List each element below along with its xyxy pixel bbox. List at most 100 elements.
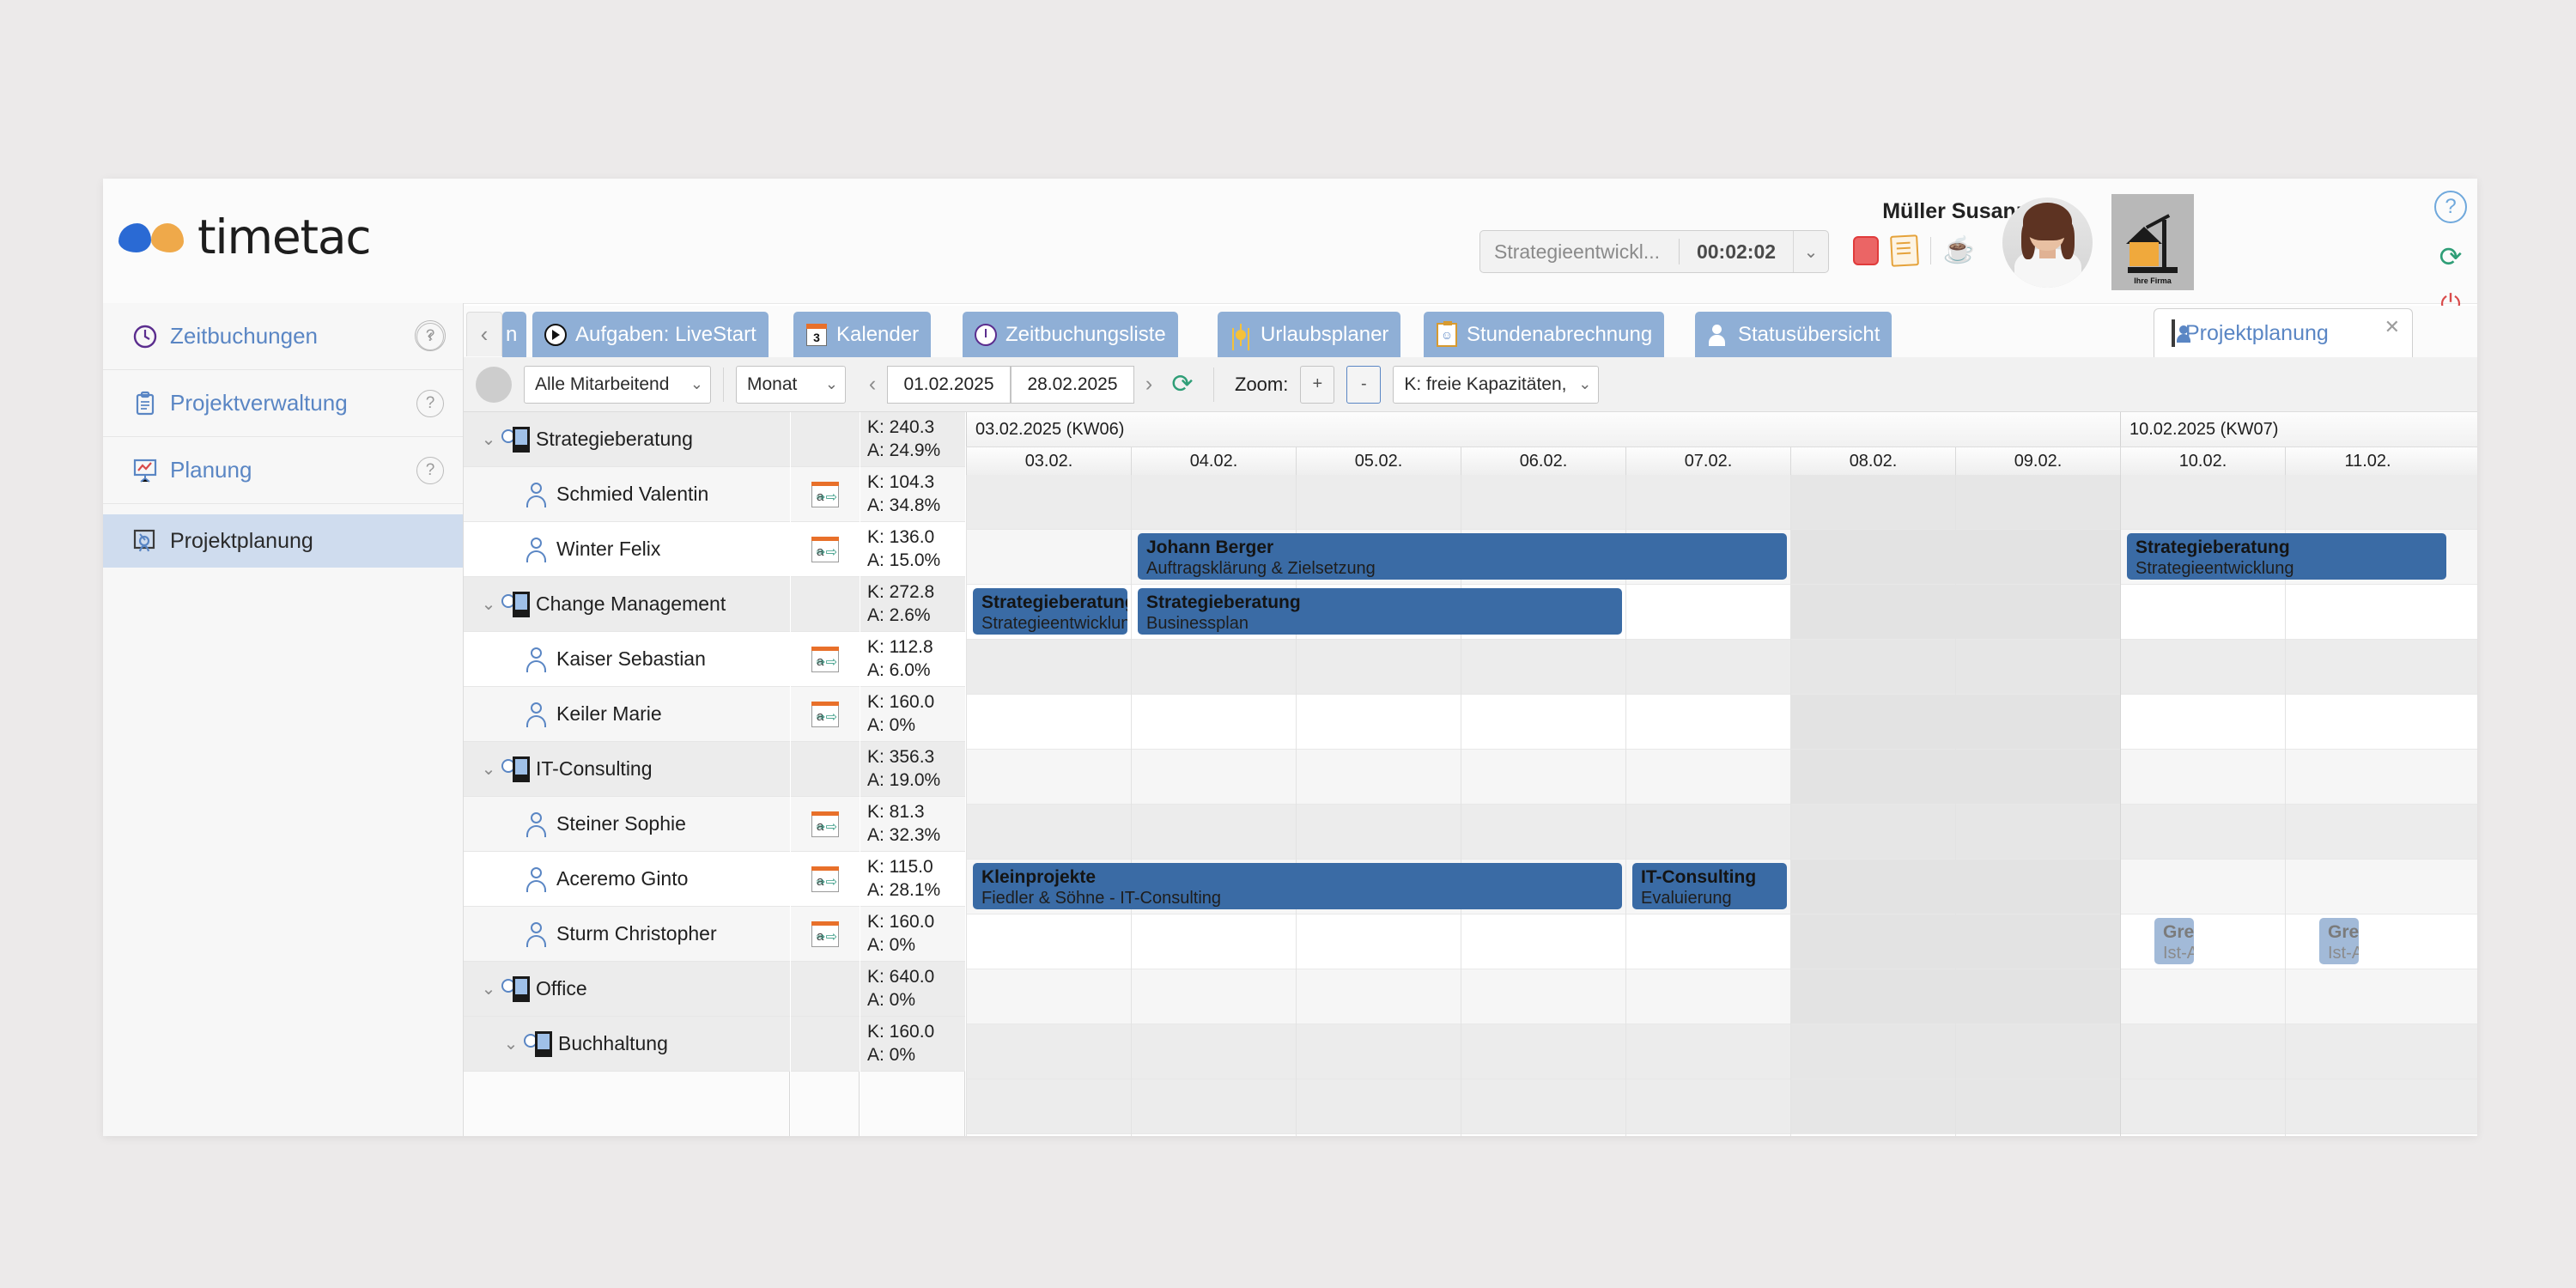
chevron-down-icon[interactable]: ⌄: [498, 1033, 524, 1054]
weekend-cell: [1791, 860, 1955, 914]
tab-scroll-left-icon[interactable]: ‹: [466, 312, 502, 356]
table-row[interactable]: Sturm Christopher: [464, 907, 790, 962]
gantt-bar-subtitle: Businessplan: [1146, 613, 1613, 634]
timeline-body[interactable]: Johann BergerAuftragsklärung & Zielsetzu…: [966, 475, 2477, 1136]
tab-projektplanung-active[interactable]: Projektplanung ✕: [2154, 308, 2413, 357]
capacity-values: K: 104.3A: 34.8%: [860, 471, 940, 518]
company-logo: Ihre Firma: [2111, 194, 2194, 290]
refresh-icon[interactable]: ⟳: [1163, 366, 1201, 404]
capacity-column: K: 240.3A: 24.9%K: 104.3A: 34.8%K: 136.0…: [860, 412, 965, 1136]
tab-statusuebersicht[interactable]: Statusübersicht: [1695, 312, 1892, 357]
help-icon[interactable]: ?: [2434, 191, 2467, 223]
export-icon[interactable]: a⇨: [811, 537, 839, 562]
employee-filter-select[interactable]: Alle Mitarbeitend ⌄: [524, 366, 711, 404]
table-row[interactable]: ⌄Buchhaltung: [464, 1017, 790, 1072]
gantt-bar[interactable]: GreenIst-An: [2319, 918, 2359, 964]
tab-label: Projektplanung: [2185, 321, 2329, 346]
table-row: [791, 742, 860, 797]
timeline-row[interactable]: [966, 914, 2477, 969]
timer-task-label: Strategieentwickl...: [1480, 240, 1679, 264]
timeline-row[interactable]: [966, 640, 2477, 695]
export-icon[interactable]: a⇨: [811, 702, 839, 727]
chevron-down-icon[interactable]: ⌄: [476, 428, 501, 450]
table-row[interactable]: Winter Felix: [464, 522, 790, 577]
export-icon[interactable]: a⇨: [811, 921, 839, 947]
refresh-icon[interactable]: ⟳: [2436, 242, 2465, 271]
tab-stundenabrechnung[interactable]: ☺ Stundenabrechnung: [1424, 312, 1664, 357]
capacity-mode-select[interactable]: K: freie Kapazitäten, ⌄: [1393, 366, 1599, 404]
export-icon[interactable]: a⇨: [811, 811, 839, 837]
gantt-bar[interactable]: Johann BergerAuftragsklärung & Zielsetzu…: [1138, 533, 1787, 580]
table-row[interactable]: Schmied Valentin: [464, 467, 790, 522]
timeline-row[interactable]: [966, 750, 2477, 805]
timeline-row[interactable]: [966, 1079, 2477, 1134]
row-label: Steiner Sophie: [556, 812, 686, 835]
tab-partial[interactable]: n: [502, 312, 526, 357]
table-row[interactable]: Keiler Marie: [464, 687, 790, 742]
name-column: Name ⌄StrategieberatungSchmied ValentinW…: [464, 412, 790, 1136]
timeline-row[interactable]: [966, 969, 2477, 1024]
weekend-cell: [1956, 1079, 2120, 1133]
sidebar-item-projektverwaltung[interactable]: Projektverwaltung ?: [103, 370, 463, 437]
zoom-in-button[interactable]: +: [1300, 366, 1334, 404]
user-icon: [524, 702, 550, 727]
help-icon[interactable]: ?: [416, 457, 444, 484]
avatar-placeholder-icon[interactable]: [476, 367, 512, 403]
gantt-bar[interactable]: IT-ConsultingEvaluierung: [1632, 863, 1787, 909]
timeline-row[interactable]: [966, 475, 2477, 530]
break-coffee-icon[interactable]: ☕: [1943, 238, 1975, 264]
table-row[interactable]: ⌄IT-Consulting: [464, 742, 790, 797]
export-icon[interactable]: a⇨: [811, 866, 839, 892]
help-icon[interactable]: ?: [416, 390, 444, 417]
timeline-row[interactable]: [966, 695, 2477, 750]
date-to-field[interactable]: 28.02.2025: [1011, 366, 1134, 404]
table-row[interactable]: ⌄Change Management: [464, 577, 790, 632]
top-header-bar: timetac Müller Susanna Strategieentwickl…: [103, 179, 2477, 304]
user-icon: [524, 811, 550, 837]
department-icon: [524, 1031, 553, 1057]
table-row[interactable]: ⌄Office: [464, 962, 790, 1017]
tab-zeitbuchungsliste[interactable]: Zeitbuchungsliste: [963, 312, 1178, 357]
gantt-bar[interactable]: StrategieberatungStrategieentwicklung: [973, 588, 1127, 635]
zoom-out-button[interactable]: -: [1346, 366, 1381, 404]
table-row: K: 240.3A: 24.9%: [860, 412, 965, 467]
sidebar-item-projektplanung[interactable]: Projektplanung: [103, 514, 463, 568]
timeline-row[interactable]: [966, 1024, 2477, 1079]
gantt-bar[interactable]: StrategieberatungStrategieentwicklung: [2127, 533, 2446, 580]
next-period-icon[interactable]: ›: [1134, 366, 1163, 404]
stop-recording-icon[interactable]: [1853, 236, 1879, 265]
edit-note-icon[interactable]: [1890, 234, 1919, 267]
table-row[interactable]: Steiner Sophie: [464, 797, 790, 852]
active-timer-widget[interactable]: Strategieentwickl... 00:02:02 ⌄: [1479, 230, 1829, 273]
gantt-bar[interactable]: StrategieberatungBusinessplan: [1138, 588, 1622, 635]
tab-urlaubsplaner[interactable]: Urlaubsplaner: [1218, 312, 1400, 357]
period-select[interactable]: Monat ⌄: [736, 366, 846, 404]
table-row: a⇨: [791, 467, 860, 522]
gantt-bar[interactable]: KleinprojekteFiedler & Söhne - IT-Consul…: [973, 863, 1622, 909]
chevron-down-icon[interactable]: ⌄: [476, 593, 501, 615]
capacity-k: K: 356.3: [867, 746, 940, 769]
sidebar-item-zeitbuchungen[interactable]: Zeitbuchungen ?: [103, 303, 463, 370]
table-row[interactable]: Kaiser Sebastian: [464, 632, 790, 687]
row-label: Aceremo Ginto: [556, 867, 688, 890]
gantt-bar[interactable]: GreenIst-An: [2154, 918, 2194, 964]
close-icon[interactable]: ✕: [2385, 316, 2400, 338]
table-row[interactable]: Aceremo Ginto: [464, 852, 790, 907]
date-from-field[interactable]: 01.02.2025: [887, 366, 1011, 404]
capacity-k: K: 104.3: [867, 471, 940, 495]
table-row[interactable]: ⌄Strategieberatung: [464, 412, 790, 467]
tab-kalender[interactable]: 3 Kalender: [793, 312, 931, 357]
brand-logo[interactable]: timetac: [118, 210, 370, 264]
prev-period-icon[interactable]: ‹: [858, 366, 887, 404]
export-icon[interactable]: a⇨: [811, 647, 839, 672]
chevron-down-icon[interactable]: ⌄: [476, 978, 501, 999]
timeline-row[interactable]: [966, 805, 2477, 860]
sidebar-item-planung[interactable]: Planung ?: [103, 437, 463, 504]
avatar[interactable]: [2002, 197, 2093, 288]
chevron-down-icon[interactable]: ⌄: [476, 758, 501, 780]
help-icon[interactable]: ?: [416, 323, 444, 350]
chevron-down-icon[interactable]: ⌄: [1793, 231, 1828, 272]
brand-name: timetac: [197, 210, 370, 264]
export-icon[interactable]: a⇨: [811, 482, 839, 507]
tab-aufgaben-livestart[interactable]: Aufgaben: LiveStart: [532, 312, 769, 357]
